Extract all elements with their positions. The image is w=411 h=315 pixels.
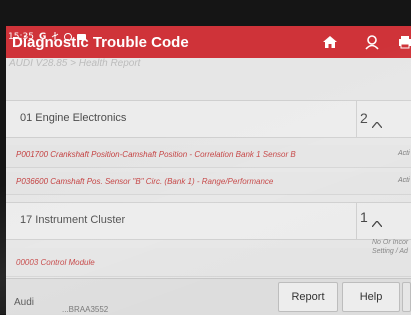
dtc-row[interactable]: 00003 Control Module [6, 248, 411, 277]
group-row-engine-electronics[interactable]: 01 Engine Electronics 2 [6, 100, 411, 138]
dtc-status: Acti [398, 177, 410, 184]
print-icon[interactable] [398, 33, 411, 51]
group-count: 1 [360, 209, 368, 225]
chevron-up-icon[interactable] [371, 214, 383, 228]
target-icon [64, 33, 73, 41]
dtc-status-line: Setting / Ad [372, 248, 408, 255]
dtc-row[interactable]: P036600 Camshaft Pos. Sensor "B" Circ. (… [6, 172, 411, 195]
breadcrumb: AUDI V28.85 > Health Report [9, 58, 141, 69]
dtc-description: 00003 Control Module [16, 258, 95, 267]
vin-text: ...BRAA3552 [62, 305, 109, 314]
status-bar: 15:35 G [8, 30, 87, 44]
dtc-status-line: No Or Incor [372, 239, 409, 246]
column-divider [356, 101, 357, 137]
report-button[interactable]: Report [278, 282, 338, 312]
group-count: 2 [360, 110, 368, 126]
dtc-description: P001700 Crankshaft Position-Camshaft Pos… [16, 150, 296, 159]
group-label: 01 Engine Electronics [20, 112, 127, 124]
column-divider [356, 203, 357, 239]
dtc-status: Acti [398, 150, 410, 157]
usb-icon [51, 31, 59, 43]
vehicle-name: Audi [14, 297, 35, 308]
chevron-up-icon[interactable] [371, 115, 383, 129]
home-icon[interactable] [320, 33, 340, 51]
dtc-row[interactable]: P001700 Crankshaft Position-Camshaft Pos… [6, 145, 411, 168]
dtc-description: P036600 Camshaft Pos. Sensor "B" Circ. (… [16, 177, 274, 186]
group-row-instrument-cluster[interactable]: 17 Instrument Cluster 1 [6, 202, 411, 240]
g-icon: G [38, 32, 47, 42]
video-icon [77, 34, 87, 40]
more-button[interactable] [402, 282, 411, 312]
group-label: 17 Instrument Cluster [20, 214, 126, 226]
help-button[interactable]: Help [342, 282, 400, 312]
user-icon[interactable] [362, 33, 382, 51]
status-time: 15:35 [8, 32, 34, 42]
